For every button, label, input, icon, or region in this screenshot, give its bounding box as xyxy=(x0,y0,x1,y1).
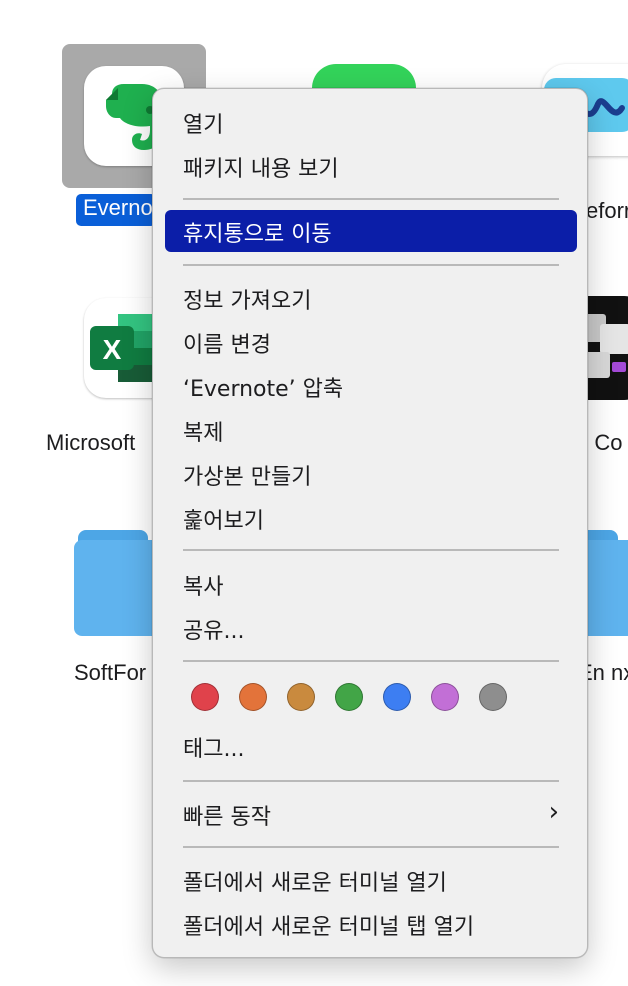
menu-item-quick-look[interactable]: 훑어보기 xyxy=(165,497,577,539)
tag-color-blue[interactable] xyxy=(383,683,411,711)
menu-item-make-alias[interactable]: 가상본 만들기 xyxy=(165,453,577,495)
finder-window: Evernote eforr X Microsoft n Co SoftFor … xyxy=(0,0,628,986)
tag-colors xyxy=(191,683,521,713)
menu-item-get-info[interactable]: 정보 가져오기 xyxy=(165,277,577,319)
tag-color-gray[interactable] xyxy=(479,683,507,711)
softfor-folder-label[interactable]: SoftFor xyxy=(74,660,146,686)
menu-item-new-terminal-tab-at-folder[interactable]: 폴더에서 새로운 터미널 탭 열기 xyxy=(165,903,577,945)
menu-item-tags[interactable]: 태그... xyxy=(165,725,577,767)
freeform-label[interactable]: eforr xyxy=(586,198,628,224)
menu-separator xyxy=(183,549,559,551)
menu-separator xyxy=(183,660,559,662)
menu-separator xyxy=(183,264,559,266)
microsoft-excel-label[interactable]: Microsoft xyxy=(46,430,135,456)
menu-item-duplicate[interactable]: 복제 xyxy=(165,409,577,451)
menu-separator xyxy=(183,846,559,848)
svg-text:X: X xyxy=(103,334,122,365)
menu-item-new-terminal-at-folder[interactable]: 폴더에서 새로운 터미널 열기 xyxy=(165,859,577,901)
menu-item-move-to-trash[interactable]: 휴지통으로 이동 xyxy=(165,210,577,252)
menu-separator xyxy=(183,198,559,200)
tag-color-purple[interactable] xyxy=(431,683,459,711)
chevron-right-icon: › xyxy=(548,797,559,827)
menu-item-share[interactable]: 공유... xyxy=(165,607,577,649)
tag-color-red[interactable] xyxy=(191,683,219,711)
menu-item-rename[interactable]: 이름 변경 xyxy=(165,321,577,363)
menu-item-copy[interactable]: 복사 xyxy=(165,563,577,605)
context-menu: 열기 패키지 내용 보기 휴지통으로 이동 정보 가져오기 이름 변경 ‘Eve… xyxy=(152,88,588,958)
menu-item-quick-actions[interactable]: 빠른 동작 › xyxy=(165,793,577,835)
tag-color-yellow[interactable] xyxy=(287,683,315,711)
evernote-label[interactable]: Evernote xyxy=(76,194,171,226)
tag-color-orange[interactable] xyxy=(239,683,267,711)
menu-item-show-package-contents[interactable]: 패키지 내용 보기 xyxy=(165,145,577,187)
menu-separator xyxy=(183,780,559,782)
menu-item-compress[interactable]: ‘Evernote’ 압축 xyxy=(165,365,577,407)
tag-color-green[interactable] xyxy=(335,683,363,711)
menu-item-open[interactable]: 열기 xyxy=(165,101,577,143)
